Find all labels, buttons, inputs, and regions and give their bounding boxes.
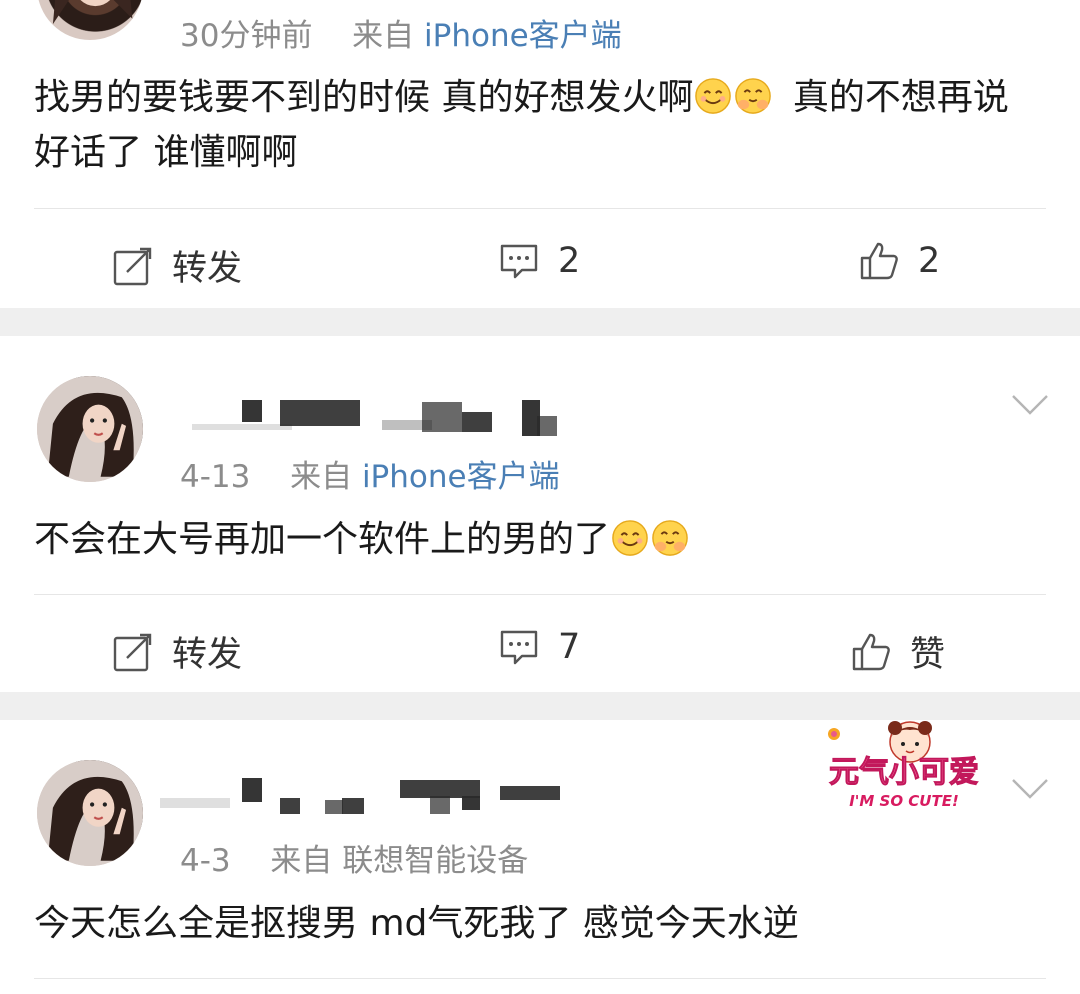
- source-prefix: 来自: [270, 843, 333, 879]
- avatar[interactable]: [37, 0, 143, 40]
- divider: [34, 978, 1046, 979]
- source-link[interactable]: iPhone客户端: [362, 459, 560, 495]
- comment-icon: [500, 244, 538, 279]
- comment-button[interactable]: 2: [498, 240, 580, 282]
- blush-emoji: [652, 520, 688, 556]
- source-prefix: 来自: [290, 459, 353, 495]
- comment-count: 7: [558, 627, 581, 667]
- sticker-subtitle: I'M SO CUTE!: [849, 792, 959, 810]
- post-time: 4-13: [180, 459, 251, 495]
- repost-icon: [113, 633, 152, 671]
- comment-button[interactable]: 7: [498, 626, 580, 668]
- post-separator: [0, 692, 1080, 720]
- post-meta: 4-3 来自 联想智能设备: [180, 835, 528, 880]
- source-prefix: 来自: [352, 18, 415, 54]
- repost-button[interactable]: 转发: [112, 626, 242, 677]
- post-meta: 30分钟前 来自 iPhone客户端: [180, 10, 622, 55]
- post-text[interactable]: 找男的要钱要不到的时候 真的好想发火啊 真的不想再说好话了 谁懂啊啊: [34, 70, 1044, 180]
- divider: [34, 208, 1046, 209]
- smile-emoji: [695, 78, 732, 114]
- avatar[interactable]: [37, 760, 143, 866]
- chevron-down-icon[interactable]: [1010, 776, 1050, 802]
- source-label: 联想智能设备: [342, 843, 529, 879]
- chevron-down-icon[interactable]: [1010, 392, 1050, 418]
- post-text[interactable]: 今天怎么全是抠搜男 md气死我了 感觉今天水逆: [34, 896, 1044, 951]
- cute-sticker[interactable]: 元气小可爱 I'M SO CUTE!: [800, 720, 1008, 812]
- smile-emoji: [612, 520, 648, 556]
- blush-emoji: [735, 78, 772, 114]
- post-3: 元气小可爱 I'M SO CUTE! 4-3 来自 联想智能设备 今天怎么全是抠…: [0, 720, 1080, 994]
- post-1: 30分钟前 来自 iPhone客户端 找男的要钱要不到的时候 真的好想发火啊 真…: [0, 0, 1080, 308]
- like-button[interactable]: 赞: [850, 626, 945, 677]
- post-time: 4-3: [180, 843, 231, 879]
- like-button[interactable]: 2: [858, 240, 940, 282]
- post-2: 4-13 来自 iPhone客户端 不会在大号再加一个软件上的男的了 转发 7 …: [0, 336, 1080, 692]
- avatar[interactable]: [37, 376, 143, 482]
- blurred-username[interactable]: [182, 398, 562, 438]
- like-icon: [852, 633, 890, 670]
- post-meta: 4-13 来自 iPhone客户端: [180, 451, 560, 496]
- like-count: 2: [918, 241, 941, 281]
- sticker-title: 元气小可爱: [829, 755, 979, 790]
- source-link[interactable]: iPhone客户端: [424, 18, 622, 54]
- post-separator: [0, 308, 1080, 336]
- comment-icon: [500, 630, 538, 665]
- like-label: 赞: [910, 635, 946, 675]
- blurred-username[interactable]: [150, 778, 570, 818]
- repost-icon: [113, 247, 152, 285]
- post-text[interactable]: 不会在大号再加一个软件上的男的了: [34, 512, 1044, 567]
- repost-button[interactable]: 转发: [112, 240, 242, 291]
- comment-count: 2: [558, 241, 581, 281]
- post-time: 30分钟前: [180, 18, 313, 54]
- like-icon: [860, 242, 898, 280]
- divider: [34, 594, 1046, 595]
